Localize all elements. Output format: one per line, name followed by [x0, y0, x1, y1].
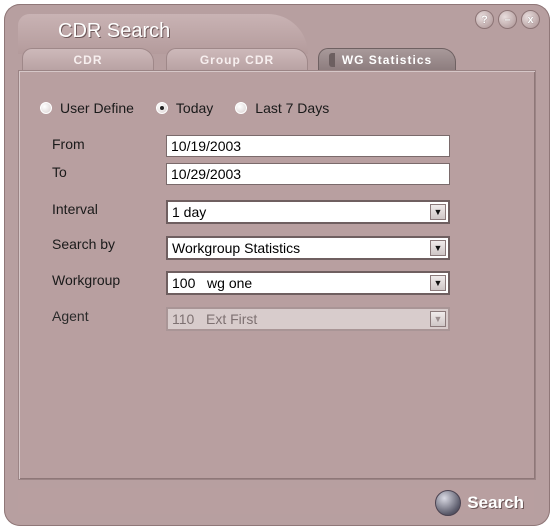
interval-value: 1 day	[172, 204, 207, 220]
close-icon[interactable]: x	[521, 10, 540, 29]
radio-last-7-days-indicator[interactable]	[235, 102, 248, 114]
search-button-label: Search	[467, 493, 524, 512]
tab-wg-statistics-label: WG Statistics	[341, 53, 433, 67]
radio-user-define-label: User Define	[60, 100, 134, 116]
radio-today-label: Today	[175, 100, 214, 116]
interval-select[interactable]: 1 day ▼	[166, 200, 450, 224]
from-label: From	[52, 136, 85, 152]
search-orb-icon	[435, 490, 462, 516]
tab-cdr-label: CDR	[73, 53, 103, 67]
radio-today[interactable]: Today	[155, 100, 214, 116]
minimize-icon[interactable]: –	[498, 10, 517, 29]
workgroup-label: Workgroup	[52, 272, 121, 288]
to-date-field[interactable]: 10/29/2003	[166, 163, 450, 185]
window-title: CDR Search	[58, 20, 171, 42]
chevron-down-icon[interactable]: ▼	[430, 204, 446, 220]
from-date-field[interactable]: 10/19/2003	[166, 135, 450, 157]
tab-notch	[329, 53, 335, 67]
tab-group-cdr[interactable]: Group CDR	[166, 48, 308, 71]
chevron-down-icon: ▼	[430, 311, 446, 327]
tab-wg-statistics[interactable]: WG Statistics	[318, 48, 456, 71]
radio-today-indicator[interactable]	[155, 102, 168, 114]
workgroup-value: 100 wg one	[172, 275, 253, 291]
window-controls: ? – x	[475, 10, 540, 29]
agent-select: 110 Ext First ▼	[166, 307, 450, 331]
radio-user-define-indicator[interactable]	[40, 102, 52, 114]
agent-value: 110 Ext First	[172, 311, 258, 327]
interval-label: Interval	[52, 201, 98, 217]
radio-last-7-days[interactable]: Last 7 Days	[235, 100, 329, 116]
to-label: To	[52, 164, 67, 180]
radio-last-7-days-label: Last 7 Days	[255, 100, 330, 116]
date-range-radio-group: User Define Today Last 7 Days	[40, 100, 351, 116]
tab-group-cdr-label: Group CDR	[199, 53, 275, 67]
search-by-label: Search by	[52, 236, 116, 252]
workgroup-select[interactable]: 100 wg one ▼	[166, 271, 450, 295]
search-by-value: Workgroup Statistics	[172, 240, 301, 256]
chevron-down-icon[interactable]: ▼	[430, 240, 446, 256]
search-button[interactable]: Search	[435, 490, 524, 516]
radio-user-define[interactable]: User Define	[40, 100, 134, 116]
agent-label: Agent	[52, 308, 89, 324]
tab-cdr[interactable]: CDR	[22, 48, 154, 71]
chevron-down-icon[interactable]: ▼	[430, 275, 446, 291]
help-icon[interactable]: ?	[475, 10, 494, 29]
search-by-select[interactable]: Workgroup Statistics ▼	[166, 236, 450, 260]
